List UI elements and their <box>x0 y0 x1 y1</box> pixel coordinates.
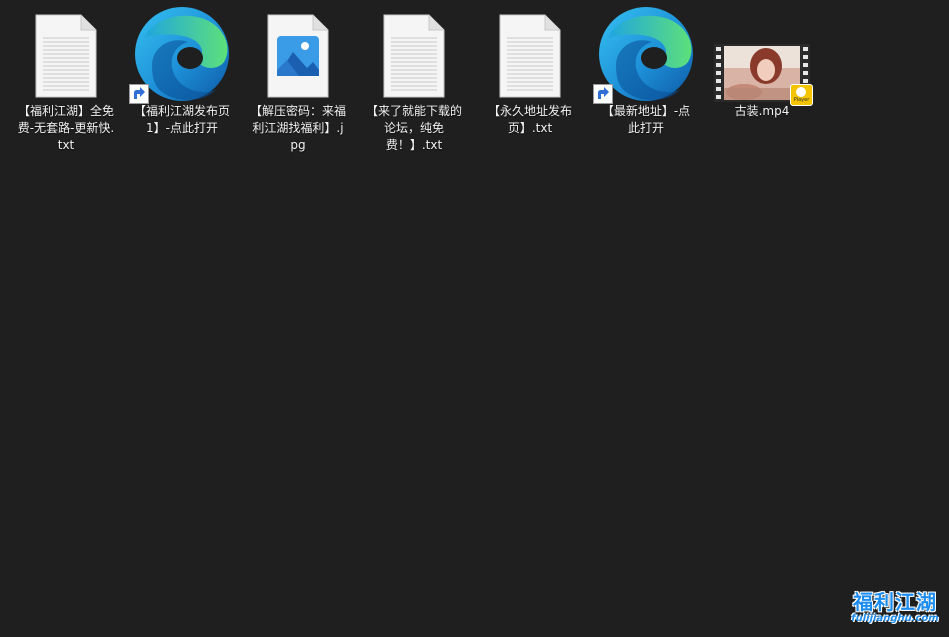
file-label: 【福利江湖】全免费-无套路-更新快.txt <box>17 104 115 152</box>
play-circle-icon <box>796 87 806 97</box>
file-icon-container <box>11 6 121 102</box>
desktop-shortcut-item[interactable]: 【福利江湖发布页1】-点此打开 <box>127 6 237 137</box>
desktop-file-item[interactable]: 【福利江湖】全免费-无套路-更新快.txt <box>11 6 121 154</box>
file-icon-container: Player <box>707 6 817 106</box>
text-file-icon <box>35 14 97 98</box>
shortcut-arrow-icon <box>129 84 149 104</box>
file-icon-container <box>475 6 585 102</box>
file-icon-container <box>591 6 701 104</box>
file-label: 【永久地址发布页】.txt <box>487 104 572 135</box>
text-file-icon <box>383 14 445 98</box>
image-file-icon <box>267 14 329 98</box>
watermark-title: 福利江湖 <box>853 590 937 614</box>
player-badge-label: Player <box>793 97 810 103</box>
desktop-file-item[interactable]: 【永久地址发布页】.txt <box>475 6 585 137</box>
file-label: 【最新地址】-点此打开 <box>601 104 691 135</box>
file-icon-container <box>127 6 237 104</box>
file-label: 【福利江湖发布页1】-点此打开 <box>133 104 230 135</box>
shortcut-arrow-icon <box>593 84 613 104</box>
watermark-subtitle: fulijianghu.com <box>851 613 939 624</box>
watermark-logo: 福利江湖 fulijianghu.com <box>849 591 941 631</box>
file-icon-container <box>243 6 353 102</box>
desktop-file-item[interactable]: 【来了就能下载的论坛，纯免费！】.txt <box>359 6 469 154</box>
desktop-shortcut-item[interactable]: 【最新地址】-点此打开 <box>591 6 701 137</box>
file-label: 【来了就能下载的论坛，纯免费！】.txt <box>365 104 462 152</box>
text-file-icon <box>499 14 561 98</box>
player-badge-icon: Player <box>790 84 813 106</box>
file-label: 【解压密码：来福利江湖找福利】.jpg <box>249 104 346 152</box>
desktop-file-item[interactable]: Player 古装.mp4 <box>707 6 817 120</box>
desktop-file-item[interactable]: 【解压密码：来福利江湖找福利】.jpg <box>243 6 353 154</box>
desktop-area: 【福利江湖】全免费-无套路-更新快.txt 【福利江湖发布页1】-点此打开 【解… <box>0 0 949 637</box>
file-icon-container <box>359 6 469 102</box>
